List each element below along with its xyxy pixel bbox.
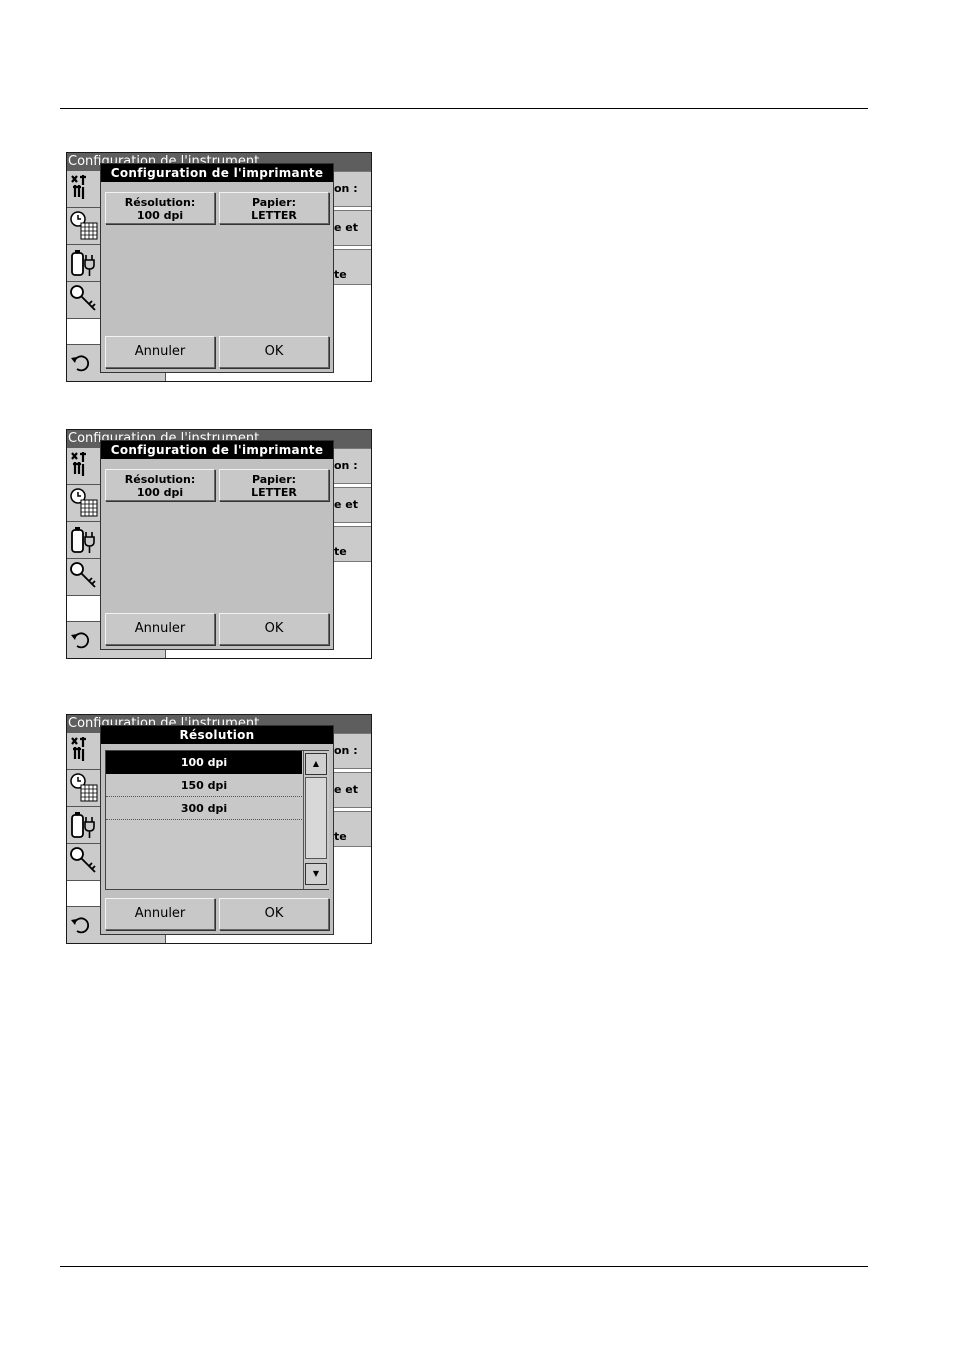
list-item-100dpi[interactable]: 100 dpi bbox=[106, 751, 302, 774]
scroll-down-icon[interactable]: ▼ bbox=[305, 863, 327, 885]
dialog-title: Configuration de l'imprimante bbox=[101, 441, 333, 459]
cancel-button[interactable]: Annuler bbox=[105, 336, 215, 368]
printer-config-dialog: Configuration de l'imprimante Résolution… bbox=[100, 440, 334, 650]
bg-button-1[interactable]: on : bbox=[329, 448, 371, 484]
back-arrow-icon bbox=[71, 917, 90, 934]
resolution-button[interactable]: Résolution: 100 dpi bbox=[105, 192, 215, 224]
dialog-title: Configuration de l'imprimante bbox=[101, 164, 333, 182]
bg-button-3[interactable]: te bbox=[329, 249, 371, 285]
resolution-list: 100 dpi 150 dpi 300 dpi ▲ ▼ bbox=[105, 750, 329, 890]
scrollbar[interactable]: ▲ ▼ bbox=[303, 751, 329, 889]
bg-button-2[interactable]: e et bbox=[329, 772, 371, 808]
scroll-thumb[interactable] bbox=[305, 777, 327, 859]
bg-button-3[interactable]: te bbox=[329, 526, 371, 562]
cancel-button[interactable]: Annuler bbox=[105, 613, 215, 645]
clock-calendar-icon[interactable] bbox=[67, 208, 101, 245]
list-item-150dpi[interactable]: 150 dpi bbox=[106, 774, 302, 797]
printer-config-dialog: Configuration de l'imprimante Résolution… bbox=[100, 163, 334, 373]
key-icon[interactable] bbox=[67, 559, 101, 596]
bg-button-1[interactable]: on : bbox=[329, 733, 371, 769]
back-arrow-icon bbox=[71, 355, 90, 372]
tools-icon[interactable] bbox=[67, 448, 101, 485]
ok-button[interactable]: OK bbox=[219, 613, 329, 645]
footer-rule bbox=[60, 1266, 868, 1267]
bg-button-2[interactable]: e et bbox=[329, 487, 371, 523]
screenshot-resolution-list: Configuration de l'instrument on : e et … bbox=[66, 714, 372, 944]
key-icon[interactable] bbox=[67, 844, 101, 881]
bg-button-3[interactable]: te bbox=[329, 811, 371, 847]
header-rule bbox=[60, 108, 868, 109]
bg-button-1[interactable]: on : bbox=[329, 171, 371, 207]
cancel-button[interactable]: Annuler bbox=[105, 898, 215, 930]
resolution-button[interactable]: Résolution: 100 dpi bbox=[105, 469, 215, 501]
resolution-dialog: Résolution 100 dpi 150 dpi 300 dpi ▲ ▼ A… bbox=[100, 725, 334, 935]
ok-button[interactable]: OK bbox=[219, 898, 329, 930]
clock-calendar-icon[interactable] bbox=[67, 485, 101, 522]
screenshot-printer-config-2: Configuration de l'instrument on : e et … bbox=[66, 429, 372, 659]
paper-button[interactable]: Papier: LETTER bbox=[219, 192, 329, 224]
battery-plug-icon[interactable] bbox=[67, 522, 101, 559]
paper-button[interactable]: Papier: LETTER bbox=[219, 469, 329, 501]
clock-calendar-icon[interactable] bbox=[67, 770, 101, 807]
dialog-title: Résolution bbox=[101, 726, 333, 744]
bg-button-2[interactable]: e et bbox=[329, 210, 371, 246]
tools-icon[interactable] bbox=[67, 171, 101, 208]
screenshot-printer-config-1: Configuration de l'instrument on : e et … bbox=[66, 152, 372, 382]
key-icon[interactable] bbox=[67, 282, 101, 319]
ok-button[interactable]: OK bbox=[219, 336, 329, 368]
back-arrow-icon bbox=[71, 632, 90, 649]
tools-icon[interactable] bbox=[67, 733, 101, 770]
list-item-300dpi[interactable]: 300 dpi bbox=[106, 797, 302, 820]
battery-plug-icon[interactable] bbox=[67, 807, 101, 844]
scroll-up-icon[interactable]: ▲ bbox=[305, 753, 327, 775]
battery-plug-icon[interactable] bbox=[67, 245, 101, 282]
